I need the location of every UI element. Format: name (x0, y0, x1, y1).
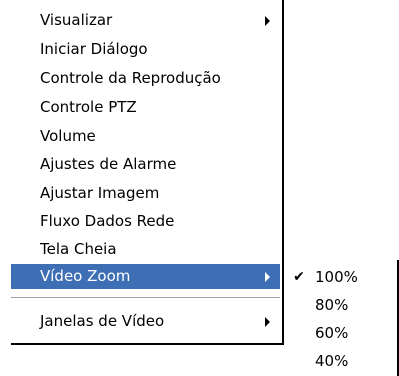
menu-item-tela-cheia[interactable]: Tela Cheia (11, 237, 280, 262)
menu-item-controle-reproducao[interactable]: Controle da Reprodução (11, 66, 280, 91)
zoom-option-label: 100% (315, 268, 358, 286)
menu-item-video-zoom[interactable]: Vídeo Zoom (11, 264, 280, 289)
menu-item-label: Tela Cheia (40, 240, 117, 258)
menu-item-label: Iniciar Diálogo (40, 40, 148, 58)
checkmark-icon: ✔ (293, 269, 305, 285)
menu-item-fluxo-dados-rede[interactable]: Fluxo Dados Rede (11, 209, 280, 234)
zoom-option-100[interactable]: ✔ 100% (286, 263, 397, 292)
zoom-option-80[interactable]: 80% (286, 291, 397, 320)
zoom-option-60[interactable]: 60% (286, 319, 397, 348)
menu-item-label: Controle da Reprodução (40, 69, 221, 87)
menu-item-ajustar-imagem[interactable]: Ajustar Imagem (11, 181, 280, 206)
submenu-arrow-icon (265, 317, 270, 327)
menu-item-label: Volume (40, 127, 96, 145)
menu-item-iniciar-dialogo[interactable]: Iniciar Diálogo (11, 37, 280, 62)
menu-item-volume[interactable]: Volume (11, 124, 280, 149)
menu-item-controle-ptz[interactable]: Controle PTZ (11, 95, 280, 120)
menu-item-janelas-video[interactable]: Janelas de Vídeo (11, 309, 280, 334)
submenu-arrow-icon (265, 16, 270, 26)
zoom-option-40[interactable]: 40% (286, 347, 397, 376)
zoom-option-label: 80% (315, 296, 349, 314)
zoom-option-label: 40% (315, 352, 349, 370)
menu-item-ajustes-alarme[interactable]: Ajustes de Alarme (11, 152, 280, 177)
menu-item-label: Visualizar (40, 11, 113, 29)
menu-item-label: Controle PTZ (40, 98, 137, 116)
zoom-option-label: 60% (315, 324, 349, 342)
menu-separator (11, 297, 280, 299)
context-menu: Visualizar Iniciar Diálogo Controle da R… (11, 0, 284, 345)
menu-item-label: Janelas de Vídeo (40, 312, 165, 330)
submenu-arrow-icon (265, 272, 270, 282)
menu-item-label: Vídeo Zoom (40, 267, 131, 285)
video-zoom-submenu: ✔ 100% 80% 60% 40% (286, 260, 399, 376)
menu-item-label: Fluxo Dados Rede (40, 212, 175, 230)
menu-item-label: Ajustar Imagem (40, 184, 160, 202)
menu-item-visualizar[interactable]: Visualizar (11, 8, 280, 33)
menu-item-label: Ajustes de Alarme (40, 155, 177, 173)
